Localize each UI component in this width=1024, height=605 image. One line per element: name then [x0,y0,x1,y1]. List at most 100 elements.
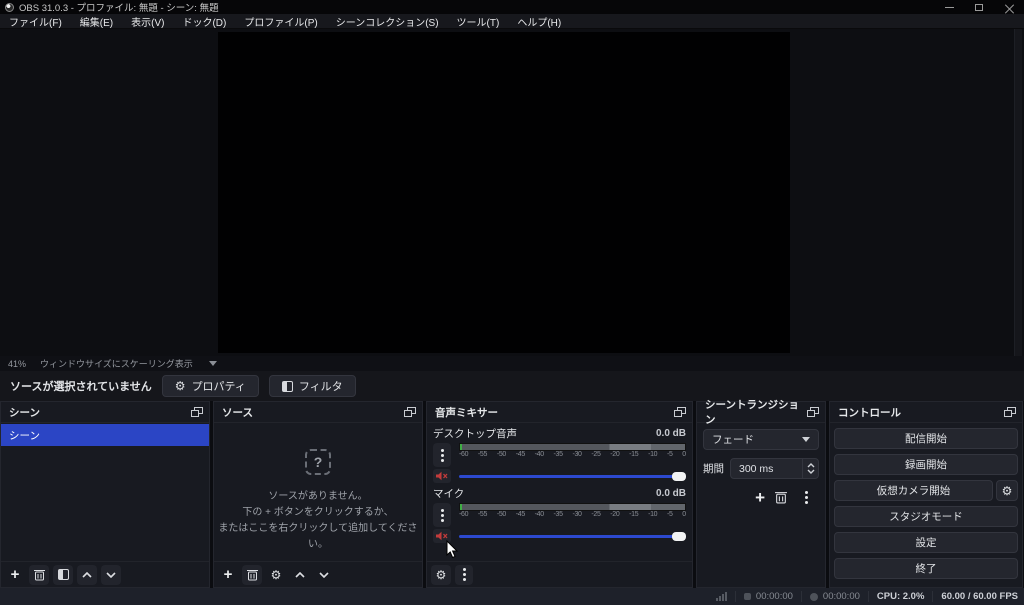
remove-scene-button[interactable] [29,565,49,585]
audio-mixer-dock: 音声ミキサー デスクトップ音声 0.0 dB -60-55 [426,401,693,588]
add-transition-button[interactable]: + [755,489,765,506]
chevron-up-icon [295,572,305,578]
filters-button[interactable]: フィルタ [269,375,356,397]
track-name: デスクトップ音声 [433,426,517,441]
dock-resize-strip [1014,29,1022,356]
source-move-down-button[interactable] [314,565,334,585]
volume-slider[interactable] [459,529,686,543]
virtual-camera-settings-button[interactable]: ⚙ [996,480,1018,501]
menu-help[interactable]: ヘルプ(H) [508,14,570,28]
menu-file[interactable]: ファイル(F) [0,14,71,28]
source-list[interactable]: ? ソースがありません。 下の + ボタンをクリックするか、 またはここを右クリ… [214,423,422,561]
trash-icon [247,569,258,581]
preview-canvas[interactable] [218,32,790,353]
transitions-dock-header[interactable]: シーントランジション [697,402,825,423]
exit-button[interactable]: 終了 [834,558,1018,579]
start-virtual-camera-button[interactable]: 仮想カメラ開始 [834,480,993,501]
source-properties-button[interactable]: ⚙ [266,565,286,585]
record-status-icon [810,593,818,601]
scene-move-down-button[interactable] [101,565,121,585]
mixer-body: デスクトップ音声 0.0 dB -60-55-50-45-40-35-30-25… [427,423,692,561]
scale-mode-label[interactable]: ウィンドウサイズにスケーリング表示 [40,357,193,370]
scene-move-up-button[interactable] [77,565,97,585]
close-icon [1005,3,1014,12]
minimize-icon [945,7,954,8]
mixer-track-mic: マイク 0.0 dB -60-55-50-45-40-35-30-25-20-1… [427,483,692,543]
empty-line: ソースがありません。 [214,489,422,505]
scene-filters-button[interactable] [53,565,73,585]
scene-list-item[interactable]: シーン [1,424,209,446]
transitions-body: フェード 期間 300 ms + [697,423,825,587]
duration-spinbox[interactable]: 300 ms [730,458,819,479]
preview-scale-row: 41% ウィンドウサイズにスケーリング表示 [0,356,1024,371]
spin-up-button[interactable] [807,463,815,468]
mixer-dock-header[interactable]: 音声ミキサー [427,402,692,423]
maximize-button[interactable] [964,0,994,14]
menu-tools[interactable]: ツール(T) [448,14,509,28]
track-options-button[interactable] [433,503,451,527]
menu-docks[interactable]: ドック(D) [173,14,235,28]
transition-options-button[interactable] [797,490,815,506]
empty-line: またはここを右クリックして追加してください。 [214,521,422,553]
volume-slider[interactable] [459,469,686,483]
sources-title: ソース [222,405,253,420]
add-source-button[interactable]: + [218,565,238,585]
controls-title: コントロール [838,405,901,420]
chevron-up-icon [82,572,92,578]
add-scene-button[interactable]: + [5,565,25,585]
track-options-button[interactable] [433,443,451,467]
menu-view[interactable]: 表示(V) [122,14,173,28]
zoom-percent: 41% [8,359,26,369]
chevron-down-icon [319,572,329,578]
meter-ticks: -60-55-50-45-40-35-30-25-20-15-10-50 [459,511,686,518]
slider-handle[interactable] [672,472,686,481]
scenes-dock-header[interactable]: シーン [1,402,209,423]
slider-handle[interactable] [672,532,686,541]
record-timer: 00:00:00 [810,591,860,602]
remove-source-button[interactable] [242,565,262,585]
meter-level [460,504,462,510]
gear-icon: ⚙ [175,380,186,392]
spin-down-button[interactable] [807,469,815,474]
start-streaming-button[interactable]: 配信開始 [834,428,1018,449]
source-move-up-button[interactable] [290,565,310,585]
menu-edit[interactable]: 編集(E) [71,14,122,28]
slider-track[interactable] [459,475,686,478]
scene-list: シーン [1,423,209,561]
menu-profile[interactable]: プロファイル(P) [235,14,326,28]
popout-icon[interactable] [404,407,416,417]
controls-dock-header[interactable]: コントロール [830,402,1022,423]
scale-dropdown-icon[interactable] [209,361,217,366]
advanced-audio-button[interactable]: ⚙ [431,565,451,585]
close-button[interactable] [994,0,1024,14]
filter-icon [282,381,293,392]
controls-body: 配信開始 録画開始 仮想カメラ開始 ⚙ スタジオモード 設定 終了 [830,423,1022,587]
meter-ticks: -60-55-50-45-40-35-30-25-20-15-10-50 [459,451,686,458]
mixer-track-desktop-audio: デスクトップ音声 0.0 dB -60-55-50-45-40-35-30-25… [427,423,692,483]
minimize-button[interactable] [934,0,964,14]
properties-label: プロパティ [192,378,246,394]
transition-selected: フェード [712,432,754,447]
studio-mode-button[interactable]: スタジオモード [834,506,1018,527]
cpu-usage: CPU: 2.0% [877,591,925,602]
transition-select[interactable]: フェード [703,429,819,450]
maximize-icon [975,4,983,11]
sources-dock-header[interactable]: ソース [214,402,422,423]
start-recording-button[interactable]: 録画開始 [834,454,1018,475]
popout-icon[interactable] [191,407,203,417]
properties-button[interactable]: ⚙ プロパティ [162,375,259,397]
popout-icon[interactable] [1004,407,1016,417]
obs-logo-icon [5,3,14,12]
popout-icon[interactable] [674,407,686,417]
stream-timer: 00:00:00 [744,591,793,602]
slider-track[interactable] [459,535,686,538]
remove-transition-button[interactable] [775,491,787,504]
settings-button[interactable]: 設定 [834,532,1018,553]
source-selection-status: ソースが選択されていません [10,378,152,394]
popout-icon[interactable] [807,407,819,417]
chevron-down-icon [802,437,810,442]
mute-button[interactable] [433,469,451,483]
duration-value: 300 ms [731,463,802,475]
mixer-options-button[interactable] [455,565,473,585]
menu-scene-collection[interactable]: シーンコレクション(S) [327,14,448,28]
